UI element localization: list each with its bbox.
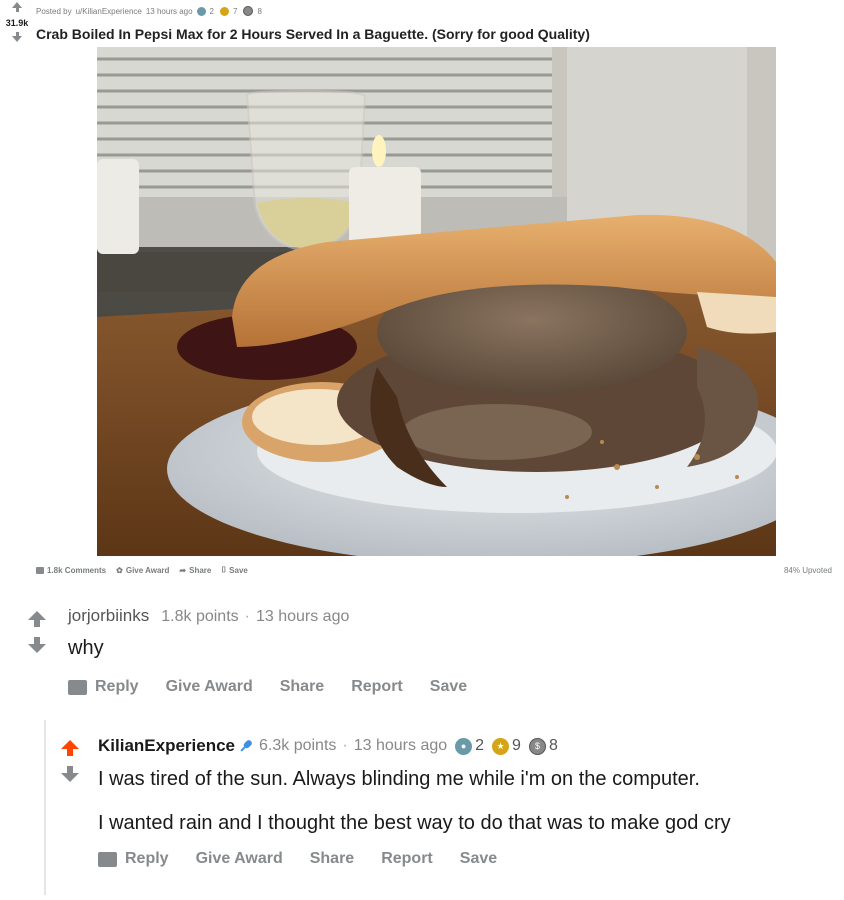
gold-award-icon: ★ — [492, 737, 510, 755]
comment-body: why — [68, 637, 104, 659]
upvote-icon[interactable] — [61, 740, 79, 749]
crab-baguette-photo — [97, 47, 776, 556]
post-title[interactable]: Crab Boiled In Pepsi Max for 2 Hours Ser… — [36, 26, 590, 42]
reply-button[interactable]: Reply — [68, 678, 139, 696]
separator-dot: · — [244, 608, 250, 625]
platinum-award-count: 8 — [257, 6, 262, 16]
comment-body-line: I was tired of the sun. Always blinding … — [98, 768, 700, 790]
gold-award-count: 7 — [233, 6, 238, 16]
comment-reply: KilianExperience 6.3k points · 13 hours … — [0, 728, 844, 900]
downvote-stem — [67, 766, 73, 773]
report-button[interactable]: Report — [351, 678, 403, 696]
comment-author-link[interactable]: jorjorbiinks — [68, 606, 149, 626]
award-icon: ✿ — [116, 565, 123, 575]
comment-points: 1.8k points — [161, 608, 239, 625]
reply-label: Reply — [125, 850, 169, 867]
gold-award-icon — [220, 6, 229, 16]
silver-award-icon: ● — [455, 737, 473, 755]
report-button[interactable]: Report — [381, 850, 433, 868]
silver-award-icon — [196, 6, 206, 16]
platinum-award-count: 8 — [548, 737, 558, 754]
give-award-button[interactable]: Give Award — [166, 678, 253, 696]
upvote-ratio: 84% Upvoted — [783, 566, 832, 575]
share-label: Share — [189, 565, 212, 575]
downvote-icon[interactable] — [12, 36, 22, 42]
share-button[interactable]: ➦ Share — [179, 566, 211, 575]
save-label: Save — [229, 565, 248, 575]
comments-count: 1.8k Comments — [47, 565, 107, 575]
comment-time: 13 hours ago — [353, 737, 448, 754]
comment-vote-column — [26, 611, 48, 653]
comment-author-link[interactable]: KilianExperience — [98, 736, 235, 756]
share-icon: ➦ — [179, 565, 187, 575]
post-action-bar: 1.8k Comments ✿ Give Award ➦ Share ⌷ Sav… — [36, 565, 248, 575]
gold-award-count: 9 — [512, 737, 521, 754]
give-award-button[interactable]: ✿ Give Award — [116, 566, 169, 575]
post-vote-column: 31.9k — [0, 2, 34, 42]
comment: jorjorbiinks 1.8k points · 13 hours ago … — [0, 594, 844, 704]
posted-by-label: Posted by — [36, 6, 72, 16]
comment-header: jorjorbiinks 1.8k points · 13 hours ago — [68, 606, 349, 626]
downvote-icon[interactable] — [28, 644, 46, 653]
silver-award-count: 2 — [475, 737, 485, 754]
post: 31.9k Posted by u/KilianExperience 13 ho… — [0, 0, 844, 588]
comment-body-line: I wanted rain and I thought the best way… — [98, 812, 731, 834]
post-image[interactable] — [97, 47, 776, 556]
silver-award-count: 2 — [209, 6, 214, 16]
post-time: 13 hours ago — [145, 6, 193, 16]
share-button[interactable]: Share — [280, 678, 324, 696]
upvote-stem — [34, 620, 40, 627]
comment-bubble-icon — [98, 851, 117, 867]
comment-vote-column — [59, 740, 81, 782]
bookmark-icon: ⌷ — [221, 565, 227, 574]
upvote-icon[interactable] — [28, 611, 46, 620]
reply-button[interactable]: Reply — [98, 850, 169, 868]
reply-label: Reply — [95, 678, 139, 695]
give-award-button[interactable]: Give Award — [196, 850, 283, 868]
save-button[interactable]: ⌷ Save — [221, 565, 248, 575]
op-microphone-icon — [240, 740, 252, 752]
comment-header: KilianExperience 6.3k points · 13 hours … — [98, 736, 558, 756]
give-award-label: Give Award — [125, 565, 170, 575]
share-button[interactable]: Share — [310, 850, 354, 868]
comment-action-bar: Reply Give Award Share Report Save — [98, 850, 497, 868]
comment-action-bar: Reply Give Award Share Report Save — [68, 678, 467, 696]
comment-bubble-icon — [68, 679, 87, 695]
comment-points: 6.3k points — [259, 737, 337, 754]
upvote-stem — [67, 749, 73, 756]
save-button[interactable]: Save — [460, 850, 497, 868]
separator-dot: · — [342, 737, 348, 754]
comment-time: 13 hours ago — [255, 608, 350, 625]
post-score: 31.9k — [5, 18, 29, 28]
downvote-icon[interactable] — [61, 773, 79, 782]
post-meta: Posted by u/KilianExperience 13 hours ag… — [36, 6, 264, 16]
platinum-award-icon: $ — [528, 737, 546, 755]
save-button[interactable]: Save — [430, 678, 467, 696]
upvote-stem — [15, 8, 19, 12]
platinum-award-icon — [243, 6, 254, 16]
comment-icon — [36, 566, 44, 574]
downvote-stem — [34, 637, 40, 644]
comments-button[interactable]: 1.8k Comments — [36, 566, 106, 575]
post-author-link[interactable]: u/KilianExperience — [76, 7, 142, 16]
